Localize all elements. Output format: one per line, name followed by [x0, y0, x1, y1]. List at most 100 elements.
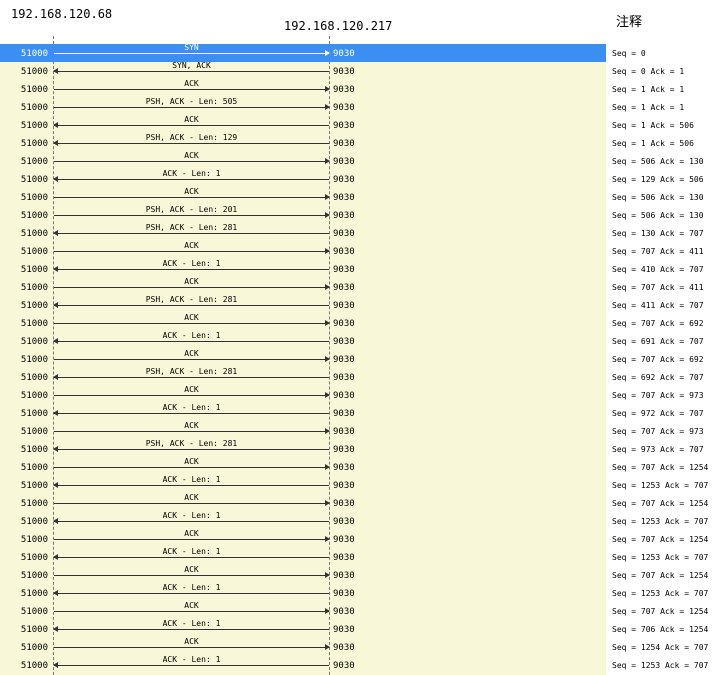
packet-label: ACK - Len: 1 — [162, 169, 221, 178]
seq-ack-note: Seq = 707 Ack = 973 — [612, 391, 704, 400]
flow-row[interactable]: 51000 ACK 9030 Seq = 506 Ack = 130 — [0, 187, 716, 206]
destination-port: 9030 — [333, 139, 355, 149]
seq-ack-note: Seq = 1 Ack = 506 — [612, 121, 694, 130]
packet-label: ACK — [184, 457, 199, 466]
flow-row[interactable]: 51000 ACK - Len: 1 9030 Seq = 691 Ack = 707 — [0, 331, 716, 350]
packet-label: ACK - Len: 1 — [162, 403, 221, 412]
flow-row[interactable]: 51000 ACK 9030 Seq = 707 Ack = 692 — [0, 349, 716, 368]
host-b-header: 192.168.120.217 — [284, 19, 393, 33]
destination-port: 9030 — [333, 193, 355, 203]
source-port: 51000 — [20, 301, 48, 311]
packet-label: ACK — [184, 151, 199, 160]
arrow-right-icon — [54, 194, 330, 200]
flow-row[interactable]: 51000 SYN, ACK 9030 Seq = 0 Ack = 1 — [0, 61, 716, 80]
flow-row[interactable]: 51000 ACK - Len: 1 9030 Seq = 1253 Ack = 70… — [0, 475, 716, 494]
source-port: 51000 — [20, 661, 48, 671]
source-port: 51000 — [20, 427, 48, 437]
flow-row[interactable]: 51000 PSH, ACK - Len: 505 9030 Seq = 1 Ack … — [0, 97, 716, 116]
arrow-right-icon — [54, 320, 330, 326]
flow-row[interactable]: 51000 ACK - Len: 1 9030 Seq = 1253 Ack = 70… — [0, 583, 716, 602]
seq-ack-note: Seq = 1 Ack = 1 — [612, 85, 685, 94]
flow-row[interactable]: 51000 ACK 9030 Seq = 1254 Ack = 707 — [0, 637, 716, 656]
flow-row[interactable]: 51000 ACK 9030 Seq = 707 Ack = 1254 — [0, 493, 716, 512]
destination-port: 9030 — [333, 355, 355, 365]
flow-row[interactable]: 51000 ACK - Len: 1 9030 Seq = 972 Ack = 707 — [0, 403, 716, 422]
packet-label: ACK — [184, 79, 199, 88]
seq-ack-note: Seq = 707 Ack = 1254 — [612, 571, 709, 580]
flow-row[interactable]: 51000 PSH, ACK - Len: 281 9030 Seq = 692 Ac… — [0, 367, 716, 386]
flow-row[interactable]: 51000 PSH, ACK - Len: 201 9030 Seq = 506 Ac… — [0, 205, 716, 224]
flow-row[interactable]: 51000 ACK 9030 Seq = 707 Ack = 692 — [0, 313, 716, 332]
packet-label: ACK — [184, 313, 199, 322]
destination-port: 9030 — [333, 409, 355, 419]
flow-row[interactable]: 51000 ACK 9030 Seq = 1 Ack = 1 — [0, 79, 716, 98]
arrow-left-icon — [53, 482, 329, 488]
destination-port: 9030 — [333, 175, 355, 185]
flow-row[interactable]: 51000 ACK - Len: 1 9030 Seq = 706 Ack = 125… — [0, 619, 716, 638]
source-port: 51000 — [20, 517, 48, 527]
packet-label: ACK — [184, 529, 199, 538]
source-port: 51000 — [20, 103, 48, 113]
arrow-right-icon — [54, 50, 330, 56]
flow-row[interactable]: 51000 ACK 9030 Seq = 707 Ack = 1254 — [0, 457, 716, 476]
arrow-left-icon — [53, 374, 329, 380]
arrow-left-icon — [53, 140, 329, 146]
arrow-right-icon — [54, 500, 330, 506]
packet-label: ACK - Len: 1 — [162, 331, 221, 340]
destination-port: 9030 — [333, 481, 355, 491]
destination-port: 9030 — [333, 283, 355, 293]
packet-label: ACK — [184, 385, 199, 394]
packet-label: ACK — [184, 565, 199, 574]
flow-row[interactable]: 51000 PSH, ACK - Len: 129 9030 Seq = 1 Ack … — [0, 133, 716, 152]
flow-row[interactable]: 51000 ACK - Len: 1 9030 Seq = 410 Ack = 707 — [0, 259, 716, 278]
flow-row[interactable]: 51000 PSH, ACK - Len: 281 9030 Seq = 973 Ac… — [0, 439, 716, 458]
arrow-left-icon — [53, 176, 329, 182]
packet-label: ACK - Len: 1 — [162, 619, 221, 628]
flow-row[interactable]: 51000 ACK 9030 Seq = 707 Ack = 411 — [0, 241, 716, 260]
source-port: 51000 — [20, 211, 48, 221]
packet-label: ACK — [184, 277, 199, 286]
arrow-right-icon — [54, 86, 330, 92]
seq-ack-note: Seq = 707 Ack = 1254 — [612, 463, 709, 472]
packet-label: PSH, ACK - Len: 281 — [145, 367, 238, 376]
flow-row[interactable]: 51000 ACK - Len: 1 9030 Seq = 1253 Ack = 70… — [0, 511, 716, 530]
seq-ack-note: Seq = 707 Ack = 1254 — [612, 607, 709, 616]
destination-port: 9030 — [333, 301, 355, 311]
flow-row[interactable]: 51000 ACK 9030 Seq = 506 Ack = 130 — [0, 151, 716, 170]
packet-label: ACK — [184, 421, 199, 430]
flow-row[interactable]: 51000 SYN 9030 Seq = 0 — [0, 43, 716, 62]
flow-row[interactable]: 51000 ACK - Len: 1 9030 Seq = 1253 Ack = 70… — [0, 547, 716, 566]
destination-port: 9030 — [333, 319, 355, 329]
flow-row[interactable]: 51000 ACK 9030 Seq = 1 Ack = 506 — [0, 115, 716, 134]
destination-port: 9030 — [333, 571, 355, 581]
arrow-right-icon — [54, 644, 330, 650]
arrow-left-icon — [53, 626, 329, 632]
seq-ack-note: Seq = 1 Ack = 1 — [612, 103, 685, 112]
packet-label: ACK - Len: 1 — [162, 655, 221, 664]
flow-row[interactable]: 51000 ACK - Len: 1 9030 Seq = 129 Ack = 506 — [0, 169, 716, 188]
arrow-right-icon — [54, 356, 330, 362]
packet-label: ACK — [184, 601, 199, 610]
flow-row[interactable]: 51000 ACK 9030 Seq = 707 Ack = 973 — [0, 421, 716, 440]
flow-row[interactable]: 51000 ACK - Len: 1 9030 Seq = 1253 Ack = 70… — [0, 655, 716, 674]
flow-row[interactable]: 51000 PSH, ACK - Len: 281 9030 Seq = 130 Ac… — [0, 223, 716, 242]
arrow-left-icon — [53, 446, 329, 452]
destination-port: 9030 — [333, 553, 355, 563]
flow-row[interactable]: 51000 ACK 9030 Seq = 707 Ack = 1254 — [0, 601, 716, 620]
packet-label: ACK - Len: 1 — [162, 547, 221, 556]
flow-row[interactable]: 51000 PSH, ACK - Len: 281 9030 Seq = 411 Ac… — [0, 295, 716, 314]
seq-ack-note: Seq = 130 Ack = 707 — [612, 229, 704, 238]
flow-row[interactable]: 51000 ACK 9030 Seq = 707 Ack = 973 — [0, 385, 716, 404]
flow-row[interactable]: 51000 ACK 9030 Seq = 707 Ack = 1254 — [0, 565, 716, 584]
source-port: 51000 — [20, 157, 48, 167]
seq-ack-note: Seq = 1253 Ack = 707 — [612, 481, 709, 490]
seq-ack-note: Seq = 707 Ack = 692 — [612, 319, 704, 328]
flow-row[interactable]: 51000 ACK 9030 Seq = 707 Ack = 1254 — [0, 529, 716, 548]
arrow-right-icon — [54, 536, 330, 542]
arrow-right-icon — [54, 104, 330, 110]
packet-label: ACK — [184, 241, 199, 250]
source-port: 51000 — [20, 589, 48, 599]
seq-ack-note: Seq = 1253 Ack = 707 — [612, 517, 709, 526]
seq-ack-note: Seq = 706 Ack = 1254 — [612, 625, 709, 634]
flow-row[interactable]: 51000 ACK 9030 Seq = 707 Ack = 411 — [0, 277, 716, 296]
